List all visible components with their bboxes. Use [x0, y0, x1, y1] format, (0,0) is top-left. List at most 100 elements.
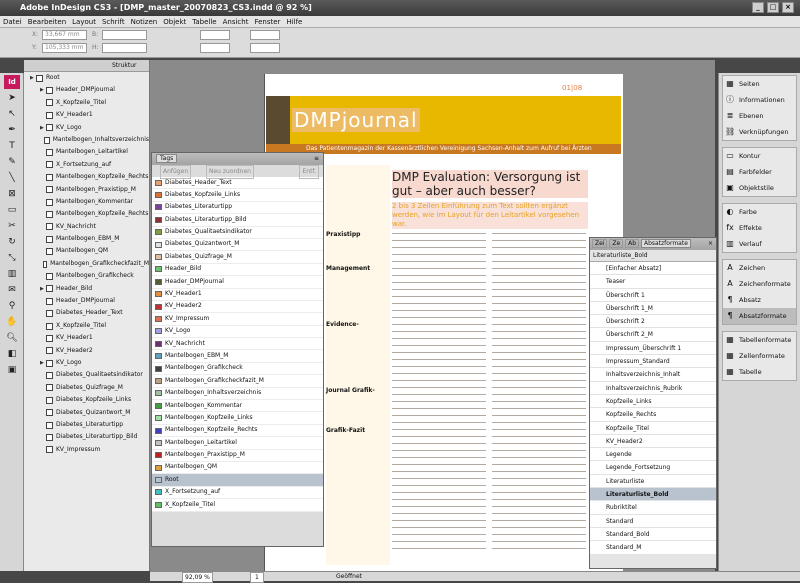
- tag-item[interactable]: Diabetes_Quizantwort_M: [152, 238, 323, 252]
- panel-tabelle[interactable]: ▦ Tabelle: [723, 364, 796, 380]
- structure-item[interactable]: Diabetes_Literaturtipp_Bild: [24, 431, 149, 443]
- tag-item[interactable]: Header_Bild: [152, 263, 323, 277]
- tag-item[interactable]: Mantelbogen_Praxistipp_M: [152, 449, 323, 462]
- tag-item[interactable]: Diabetes_Literaturtipp: [152, 201, 323, 215]
- panel-absatz[interactable]: ¶ Absatz: [723, 292, 796, 308]
- tag-item[interactable]: KV_Nachricht: [152, 338, 323, 351]
- rotate-field[interactable]: [250, 30, 280, 40]
- tag-item[interactable]: Mantelbogen_QM: [152, 461, 323, 475]
- note-tool-icon[interactable]: ✉: [3, 283, 21, 297]
- structure-item[interactable]: ▶ Header_DMPjournal: [24, 84, 149, 96]
- structure-item[interactable]: X_Fortsetzung_auf: [24, 159, 149, 171]
- eyedropper-tool-icon[interactable]: ⚲: [3, 299, 21, 313]
- structure-item[interactable]: Mantelbogen_Kommentar: [24, 196, 149, 208]
- tab-absatz[interactable]: Ab: [625, 239, 640, 248]
- structure-item[interactable]: Mantelbogen_Leitartikel: [24, 146, 149, 158]
- panel-ebenen[interactable]: ≣ Ebenen: [723, 108, 796, 124]
- structure-item[interactable]: ▶ Header_Bild: [24, 283, 149, 295]
- structure-item[interactable]: KV_Header2: [24, 345, 149, 357]
- structure-item[interactable]: KV_Nachricht: [24, 221, 149, 233]
- panel-verknüpfungen[interactable]: ⛓ Verknüpfungen: [723, 124, 796, 140]
- paragraph-style-item[interactable]: Inhaltsverzeichnis_Inhalt: [590, 368, 716, 382]
- direct-selection-tool-icon[interactable]: ↖: [3, 107, 21, 121]
- panel-objektstile[interactable]: ▣ Objektstile: [723, 180, 796, 196]
- tag-item[interactable]: KV_Header1: [152, 288, 323, 301]
- tab-absatzformate[interactable]: Absatzformate: [640, 239, 691, 248]
- paragraph-style-item[interactable]: Literaturliste: [590, 474, 716, 489]
- tag-item[interactable]: Mantelbogen_Inhaltsverzeichnis: [152, 387, 323, 401]
- paragraph-style-item[interactable]: Legende_Fortsetzung: [590, 461, 716, 475]
- close-button[interactable]: ×: [782, 2, 794, 13]
- tag-item[interactable]: KV_Header2: [152, 300, 323, 314]
- tag-item[interactable]: X_Kopfzeile_Titel: [152, 499, 323, 512]
- y-field[interactable]: 105,333 mm: [42, 43, 87, 53]
- tag-item[interactable]: KV_Logo: [152, 325, 323, 339]
- menu-item-tabelle[interactable]: Tabelle: [189, 18, 219, 26]
- maximize-button[interactable]: □: [767, 2, 779, 13]
- zoom-field[interactable]: 92,09 %: [182, 572, 213, 583]
- structure-item[interactable]: Mantelbogen_Praxistipp_M: [24, 184, 149, 196]
- menu-item-objekt[interactable]: Objekt: [160, 18, 189, 26]
- paragraph-style-item[interactable]: Überschrift 1_M: [590, 301, 716, 316]
- width-field[interactable]: [102, 30, 147, 40]
- tag-item[interactable]: Mantelbogen_Kopfzeile_Links: [152, 412, 323, 425]
- paragraph-style-item[interactable]: KV_Header2: [590, 434, 716, 449]
- tab-zeichenformate[interactable]: Ze: [609, 239, 624, 248]
- structure-item[interactable]: Mantelbogen_Inhaltsverzeichnis: [24, 134, 149, 146]
- tag-item[interactable]: Diabetes_Quizfrage_M: [152, 251, 323, 264]
- pen-tool-icon[interactable]: ✒: [3, 123, 21, 137]
- paragraph-style-item[interactable]: Kopfzeile_Titel: [590, 421, 716, 435]
- panel-tabellenformate[interactable]: ▦ Tabellenformate: [723, 332, 796, 348]
- paragraph-style-item[interactable]: Impressum_Überschrift 1: [590, 341, 716, 356]
- tag-item[interactable]: Diabetes_Literaturtipp_Bild: [152, 214, 323, 227]
- hand-tool-icon[interactable]: ✋: [3, 315, 21, 329]
- tag-item[interactable]: Diabetes_Qualitaetsindikator: [152, 226, 323, 239]
- menu-item-datei[interactable]: Datei: [0, 18, 25, 26]
- panel-effekte[interactable]: fx Effekte: [723, 220, 796, 236]
- tag-item[interactable]: Mantelbogen_Kommentar: [152, 400, 323, 413]
- structure-item[interactable]: KV_Header1: [24, 109, 149, 121]
- tag-item[interactable]: Mantelbogen_EBM_M: [152, 350, 323, 363]
- panel-verlauf[interactable]: ▥ Verlauf: [723, 236, 796, 252]
- x-field[interactable]: 33,667 mm: [42, 30, 87, 40]
- structure-item[interactable]: Mantelbogen_Kopfzeile_Rechts: [24, 208, 149, 220]
- panel-zeichenformate[interactable]: A Zeichenformate: [723, 276, 796, 292]
- tag-item[interactable]: Mantelbogen_Leitartikel: [152, 437, 323, 450]
- zoom-tool-icon[interactable]: 🔍︎: [3, 331, 21, 345]
- structure-item[interactable]: Diabetes_Qualitaetsindikator: [24, 369, 149, 381]
- tag-item[interactable]: X_Fortsetzung_auf: [152, 486, 323, 500]
- tag-item[interactable]: Mantelbogen_Grafikcheckfazit_M: [152, 375, 323, 388]
- paragraph-style-item[interactable]: Literaturliste_Bold: [590, 488, 716, 502]
- tag-item[interactable]: Root: [152, 474, 323, 487]
- retag-button[interactable]: Neu zuordnen: [206, 165, 254, 179]
- minimize-button[interactable]: _: [752, 2, 764, 13]
- tag-item[interactable]: Mantelbogen_Grafikcheck: [152, 362, 323, 376]
- paragraph-style-item[interactable]: Kopfzeile_Rechts: [590, 408, 716, 422]
- type-tool-icon[interactable]: T: [3, 139, 21, 153]
- page-field[interactable]: 1: [250, 572, 264, 583]
- panel-zellenformate[interactable]: ▦ Zellenformate: [723, 348, 796, 364]
- menu-item-schrift[interactable]: Schrift: [99, 18, 128, 26]
- structure-item[interactable]: ▶ KV_Logo: [24, 357, 149, 369]
- line-tool-icon[interactable]: ╲: [3, 171, 21, 185]
- add-tag-button[interactable]: Anfügen: [160, 165, 192, 179]
- paragraph-style-item[interactable]: Impressum_Standard: [590, 355, 716, 369]
- view-mode-icon[interactable]: ▣: [3, 363, 21, 377]
- scale-x-field[interactable]: [200, 30, 230, 40]
- menu-item-hilfe[interactable]: Hilfe: [283, 18, 305, 26]
- structure-item[interactable]: X_Kopfzeile_Titel: [24, 320, 149, 332]
- panel-seiten[interactable]: ▦ Seiten: [723, 76, 796, 92]
- shear-field[interactable]: [250, 43, 280, 53]
- panel-menu-icon[interactable]: ≡: [314, 153, 319, 165]
- tab-zeichen[interactable]: Zei: [592, 239, 608, 248]
- panel-farbe[interactable]: ◐ Farbe: [723, 204, 796, 220]
- paragraph-style-item[interactable]: Kopfzeile_Links: [590, 394, 716, 409]
- structure-item[interactable]: ▶ Root: [24, 72, 149, 84]
- paragraph-style-item[interactable]: Standard_M: [590, 541, 716, 555]
- paragraph-style-item[interactable]: Standard: [590, 514, 716, 528]
- paragraph-style-item[interactable]: Überschrift 2: [590, 315, 716, 329]
- structure-item[interactable]: Diabetes_Quizfrage_M: [24, 382, 149, 394]
- structure-item[interactable]: ▶ KV_Logo: [24, 122, 149, 134]
- tag-item[interactable]: KV_Impressum: [152, 313, 323, 326]
- scale-y-field[interactable]: [200, 43, 230, 53]
